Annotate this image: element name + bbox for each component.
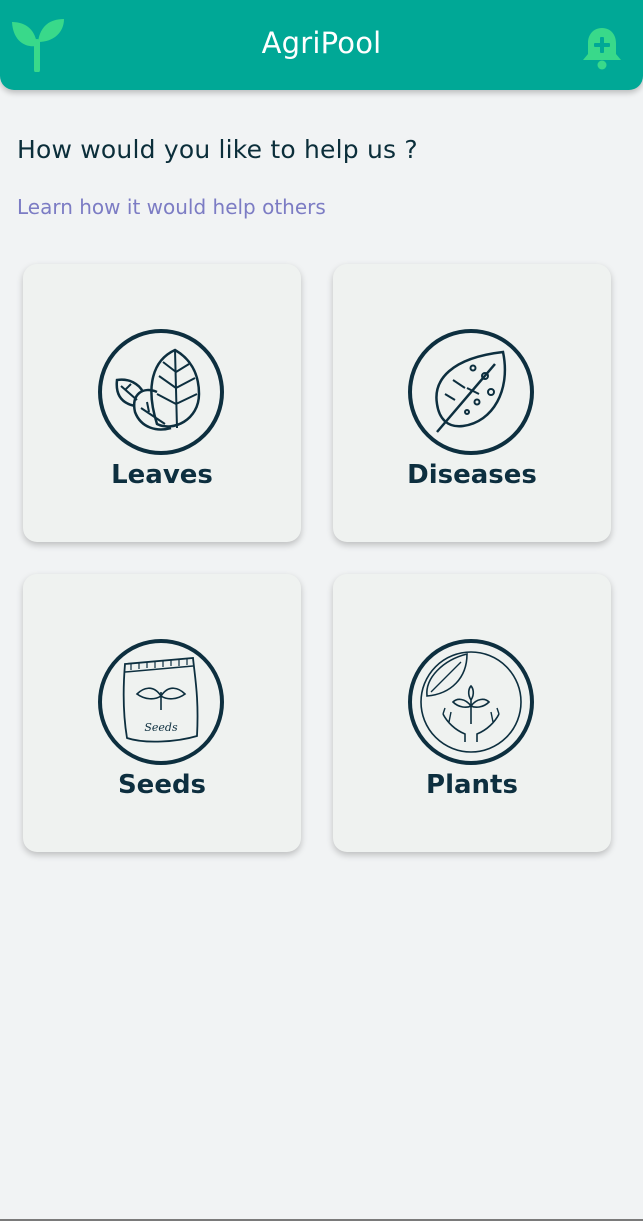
bell-plus-icon[interactable] — [580, 24, 624, 70]
category-label: Seeds — [117, 770, 207, 800]
category-label: Leaves — [111, 460, 213, 490]
seed-bag-icon: Seeds — [98, 639, 224, 765]
category-card-seeds[interactable]: Seeds Seeds — [23, 574, 301, 852]
plant-in-hands-icon — [408, 639, 534, 765]
category-card-leaves[interactable]: Leaves — [23, 264, 301, 542]
app-bar: AgriPool — [0, 0, 643, 90]
leaves-icon — [98, 329, 224, 455]
diseased-leaf-icon — [408, 329, 534, 455]
page-headline: How would you like to help us ? — [17, 135, 418, 164]
category-label: Plants — [426, 770, 518, 800]
seed-bag-text: Seeds — [144, 721, 178, 734]
learn-more-link[interactable]: Learn how it would help others — [17, 195, 326, 219]
app-title: AgriPool — [261, 26, 382, 60]
category-card-diseases[interactable]: Diseases — [333, 264, 611, 542]
category-label: Diseases — [407, 460, 537, 490]
category-card-plants[interactable]: Plants — [333, 574, 611, 852]
